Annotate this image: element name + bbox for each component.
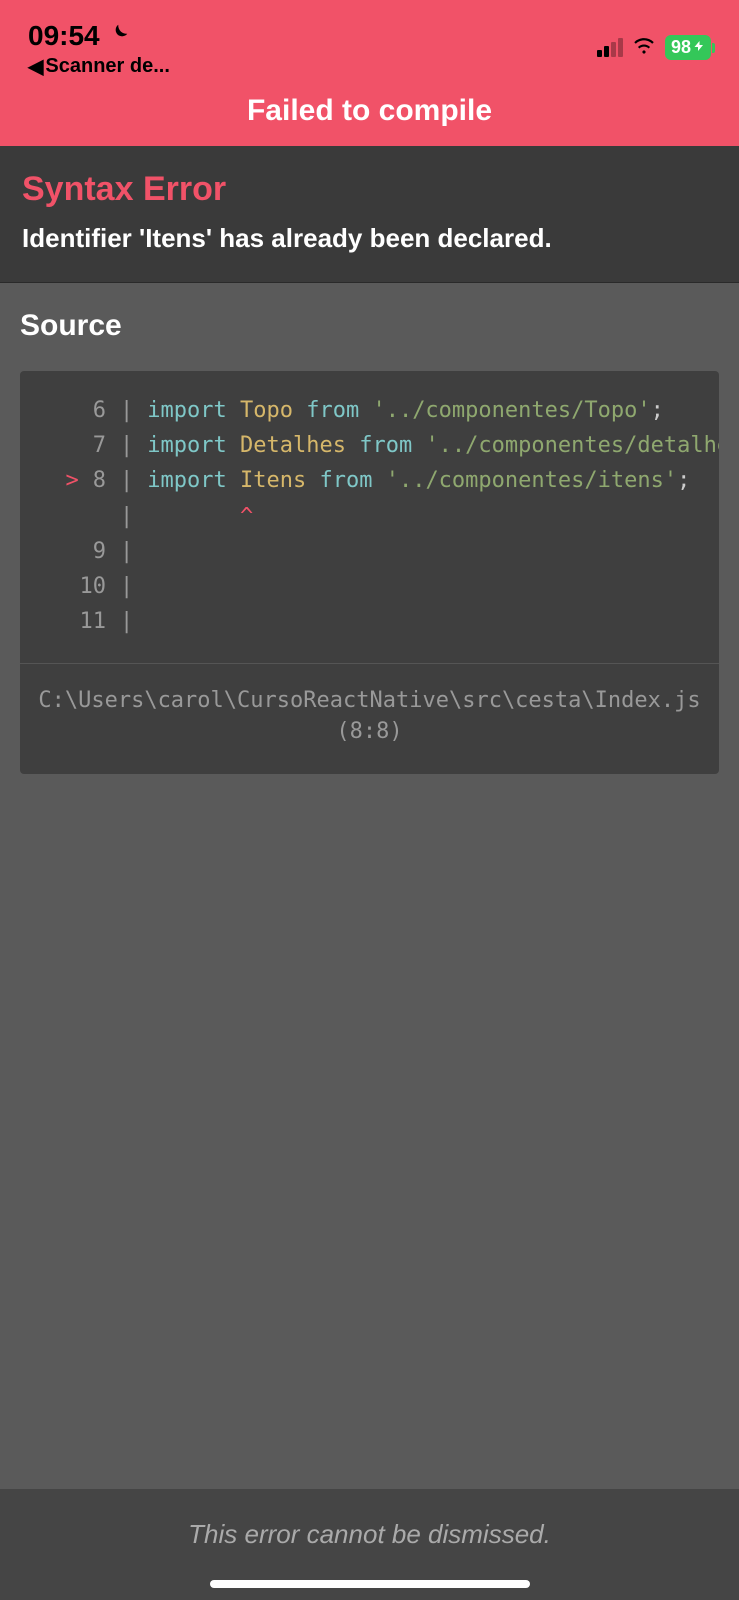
- title-bar: Failed to compile: [0, 84, 739, 146]
- code-content: ^: [147, 499, 253, 534]
- body-area: Source 6 | import Topo from '../componente…: [0, 283, 739, 800]
- gutter: >8: [36, 463, 106, 498]
- gutter: 9: [36, 534, 106, 569]
- gutter-pipe: |: [120, 569, 133, 604]
- page-title: Failed to compile: [0, 94, 739, 128]
- code-line: 10 |: [36, 569, 703, 604]
- back-app-label: Scanner de...: [45, 55, 170, 78]
- gutter: [36, 499, 106, 534]
- cellular-signal-icon: [597, 38, 623, 57]
- file-path: C:\Users\carol\CursoReactNative\src\cest…: [20, 663, 719, 774]
- code-line: 11 |: [36, 604, 703, 639]
- charging-icon: [693, 37, 705, 58]
- status-bar: 09:54 ◀ Scanner de... 98: [0, 0, 739, 84]
- back-to-app-link[interactable]: ◀ Scanner de...: [28, 54, 170, 79]
- status-time: 09:54: [28, 20, 170, 52]
- gutter: 10: [36, 569, 106, 604]
- gutter: 11: [36, 604, 106, 639]
- footer-note: This error cannot be dismissed.: [0, 1519, 739, 1550]
- error-type: Syntax Error: [22, 170, 717, 209]
- gutter-pipe: |: [120, 499, 133, 534]
- code-lines: 6 | import Topo from '../componentes/Topo'…: [20, 371, 719, 663]
- error-message: Identifier 'Itens' has already been decl…: [22, 223, 717, 254]
- battery-percent: 98: [671, 37, 691, 58]
- gutter-pipe: |: [120, 534, 133, 569]
- clock-time: 09:54: [28, 20, 100, 52]
- file-path-text: C:\Users\carol\CursoReactNative\src\cest…: [36, 686, 703, 717]
- wifi-icon: [631, 32, 657, 63]
- gutter: 7: [36, 428, 106, 463]
- code-line: >8 | import Itens from '../componentes/ite…: [36, 463, 703, 498]
- gutter-pipe: |: [120, 428, 133, 463]
- code-block: 6 | import Topo from '../componentes/Topo'…: [20, 371, 719, 774]
- code-line: 7|import Detalhes from '../componentes/d…: [36, 428, 703, 463]
- source-heading: Source: [20, 309, 719, 343]
- status-right: 98: [597, 20, 711, 63]
- code-line: | ^: [36, 499, 703, 534]
- error-header: Syntax Error Identifier 'Itens' has alre…: [0, 146, 739, 283]
- gutter-pipe: |: [120, 604, 133, 639]
- footer-bar: This error cannot be dismissed.: [0, 1489, 739, 1600]
- code-content: import Itens from '../componentes/itens'…: [147, 463, 690, 498]
- back-caret-icon: ◀: [28, 54, 43, 79]
- code-line: 6 | import Topo from '../componentes/Topo'…: [36, 393, 703, 428]
- battery-indicator: 98: [665, 35, 711, 60]
- code-line: 9|: [36, 534, 703, 569]
- code-content: import Topo from '../componentes/Topo';: [147, 393, 664, 428]
- do-not-disturb-icon: [108, 22, 130, 50]
- file-location: (8:8): [36, 717, 703, 748]
- gutter-pipe: |: [120, 393, 133, 428]
- status-left: 09:54 ◀ Scanner de...: [28, 20, 170, 79]
- gutter: 6: [36, 393, 106, 428]
- home-indicator[interactable]: [210, 1580, 530, 1588]
- code-content: import Detalhes from '../componentes/det…: [147, 428, 719, 463]
- gutter-pipe: |: [120, 463, 133, 498]
